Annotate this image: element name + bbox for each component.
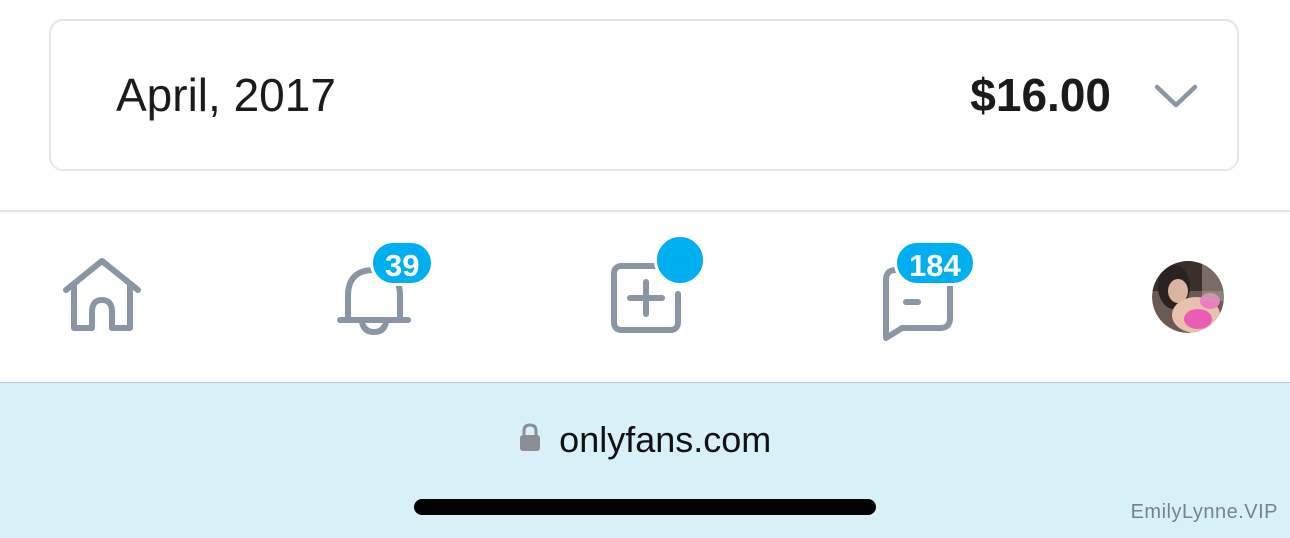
nav-home[interactable] xyxy=(40,212,164,382)
home-indicator xyxy=(414,499,876,515)
nav-notifications[interactable]: 39 xyxy=(310,212,460,382)
page: April, 2017 $16.00 39 184 onlyfans.com E… xyxy=(0,0,1290,538)
messages-badge: 184 xyxy=(894,240,976,286)
nav-new-post[interactable] xyxy=(590,212,720,382)
chevron-down-icon[interactable] xyxy=(1153,73,1199,119)
home-icon xyxy=(63,258,141,331)
nav-messages[interactable]: 184 xyxy=(860,212,1000,382)
month-label: April, 2017 xyxy=(116,69,336,121)
avatar[interactable] xyxy=(1152,261,1224,333)
month-amount: $16.00 xyxy=(970,69,1111,121)
new-post-dot xyxy=(654,234,706,286)
bottom-nav: 39 184 xyxy=(0,212,1290,382)
notifications-badge: 39 xyxy=(370,240,435,286)
lock-icon xyxy=(519,423,540,451)
browser-address-bar: onlyfans.com EmilyLynne.VIP xyxy=(0,382,1290,538)
watermark: EmilyLynne.VIP xyxy=(1130,501,1278,523)
earnings-month-row[interactable]: April, 2017 $16.00 xyxy=(49,19,1239,171)
url-text: onlyfans.com xyxy=(559,419,772,460)
url-field[interactable]: onlyfans.com xyxy=(0,417,1290,463)
